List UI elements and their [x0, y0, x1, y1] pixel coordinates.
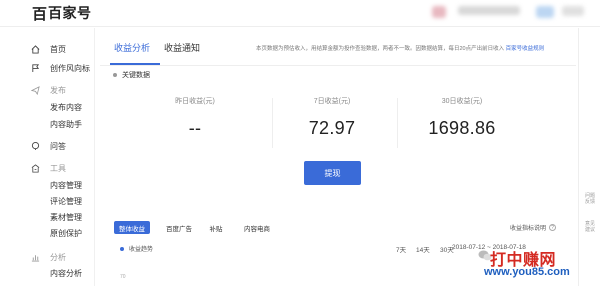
sidebar-item-content-manage[interactable]: 内容管理 [50, 180, 82, 191]
sidebar-item-label: 首页 [50, 45, 66, 54]
brand-logo[interactable]: 百 百家号 [32, 4, 92, 23]
range-14-days[interactable]: 14天 [416, 244, 430, 254]
tab-revenue-analysis[interactable]: 收益分析 [114, 41, 150, 54]
stat-30-day: 30日收益(元) 1698.86 [407, 96, 517, 139]
stat-label: 30日收益(元) [441, 98, 483, 105]
withdraw-button[interactable]: 提现 [304, 161, 361, 185]
stat-7-day: 7日收益(元) 72.97 [277, 96, 387, 139]
chart-legend: 收益趋势 [120, 244, 153, 253]
range-7-days[interactable]: 7天 [396, 244, 406, 254]
stat-yesterday: 昨日收益(元) -- [140, 96, 250, 139]
filter-tab-baidu-ads[interactable]: 百度广告 [160, 221, 198, 234]
stat-value: 1698.86 [428, 118, 496, 138]
sidebar-item-content-analysis[interactable]: 内容分析 [50, 268, 82, 279]
question-icon: ? [549, 224, 556, 231]
revenue-rules-link[interactable]: 百家号收益规则 [506, 46, 545, 52]
filter-tab-overall[interactable]: 整体收益 [114, 221, 150, 234]
sidebar-section-label: 工具 [50, 164, 66, 173]
legend-marker [120, 246, 124, 251]
brand-name: 百家号 [48, 5, 92, 21]
tab-divider [100, 65, 576, 66]
watermark-url: www.you85.com [484, 266, 570, 278]
qa-icon [30, 141, 40, 151]
home-icon [30, 44, 40, 54]
sidebar-item-comment-manage[interactable]: 评论管理 [50, 196, 82, 207]
sidebar-item-trend[interactable]: 创作风向标 [0, 59, 95, 77]
notice-text: 本页数据为预估收入，用结算金额为投作查验数据，两者不一致。因数据结算，每日20点… [256, 46, 505, 52]
sidebar-item-label: 创作风向标 [50, 64, 90, 73]
flag-icon [30, 63, 40, 73]
stat-label: 昨日收益(元) [175, 98, 215, 105]
filter-tab-subsidy[interactable]: 补贴 [206, 221, 226, 234]
revenue-notice: 本页数据为预估收入，用结算金额为投作查验数据，两者不一致。因数据结算，每日20点… [256, 44, 544, 52]
top-bar: 百 百家号 [0, 0, 600, 27]
stat-value: -- [188, 118, 202, 138]
blurred-avatar[interactable] [432, 6, 446, 18]
sidebar-section-label: 发布 [50, 86, 66, 95]
send-icon [30, 85, 40, 95]
sidebar-item-original-protect[interactable]: 原创保护 [50, 228, 82, 239]
sidebar-section-label: 分析 [50, 253, 66, 262]
sidebar-item-publish-content[interactable]: 发布内容 [50, 102, 82, 113]
feedback-button[interactable]: 问题反馈 [583, 193, 597, 205]
sidebar-item-content-assistant[interactable]: 内容助手 [50, 119, 82, 130]
sidebar: 首页 创作风向标 发布 发布内容 内容助手 问答 工具 内容管理 评论管理 素材… [0, 28, 95, 286]
stat-divider [272, 98, 273, 148]
chart-y-tick: 70 [120, 274, 126, 280]
sidebar-section-publish: 发布 [0, 81, 95, 99]
sidebar-item-label: 问答 [50, 142, 66, 151]
stat-label: 7日收益(元) [313, 98, 351, 105]
stat-value: 72.97 [308, 118, 356, 138]
analytics-icon [30, 252, 40, 262]
key-data-heading: 关键数据 [122, 72, 150, 79]
blurred-account-info[interactable] [458, 6, 520, 15]
blurred-user-menu[interactable] [562, 6, 584, 16]
section-bullet [113, 73, 117, 77]
stat-divider [397, 98, 398, 148]
site-watermark: 打中赚网 www.you85.com [478, 232, 598, 282]
metric-help[interactable]: 收益指标说明 ? [510, 223, 556, 232]
metric-help-label: 收益指标说明 [509, 226, 546, 232]
tools-icon [30, 163, 40, 173]
sidebar-section-analysis: 分析 [0, 248, 95, 266]
sidebar-item-home[interactable]: 首页 [0, 40, 95, 58]
blurred-notification[interactable] [536, 6, 554, 18]
sidebar-section-tools: 工具 [0, 159, 95, 177]
sidebar-item-material-manage[interactable]: 素材管理 [50, 212, 82, 223]
brand-mark: 百 [32, 4, 48, 23]
legend-label: 收益趋势 [129, 247, 154, 253]
filter-tab-ecommerce[interactable]: 内容电商 [238, 221, 276, 234]
tab-revenue-notice[interactable]: 收益通知 [164, 41, 200, 54]
sidebar-item-qa[interactable]: 问答 [0, 137, 95, 155]
